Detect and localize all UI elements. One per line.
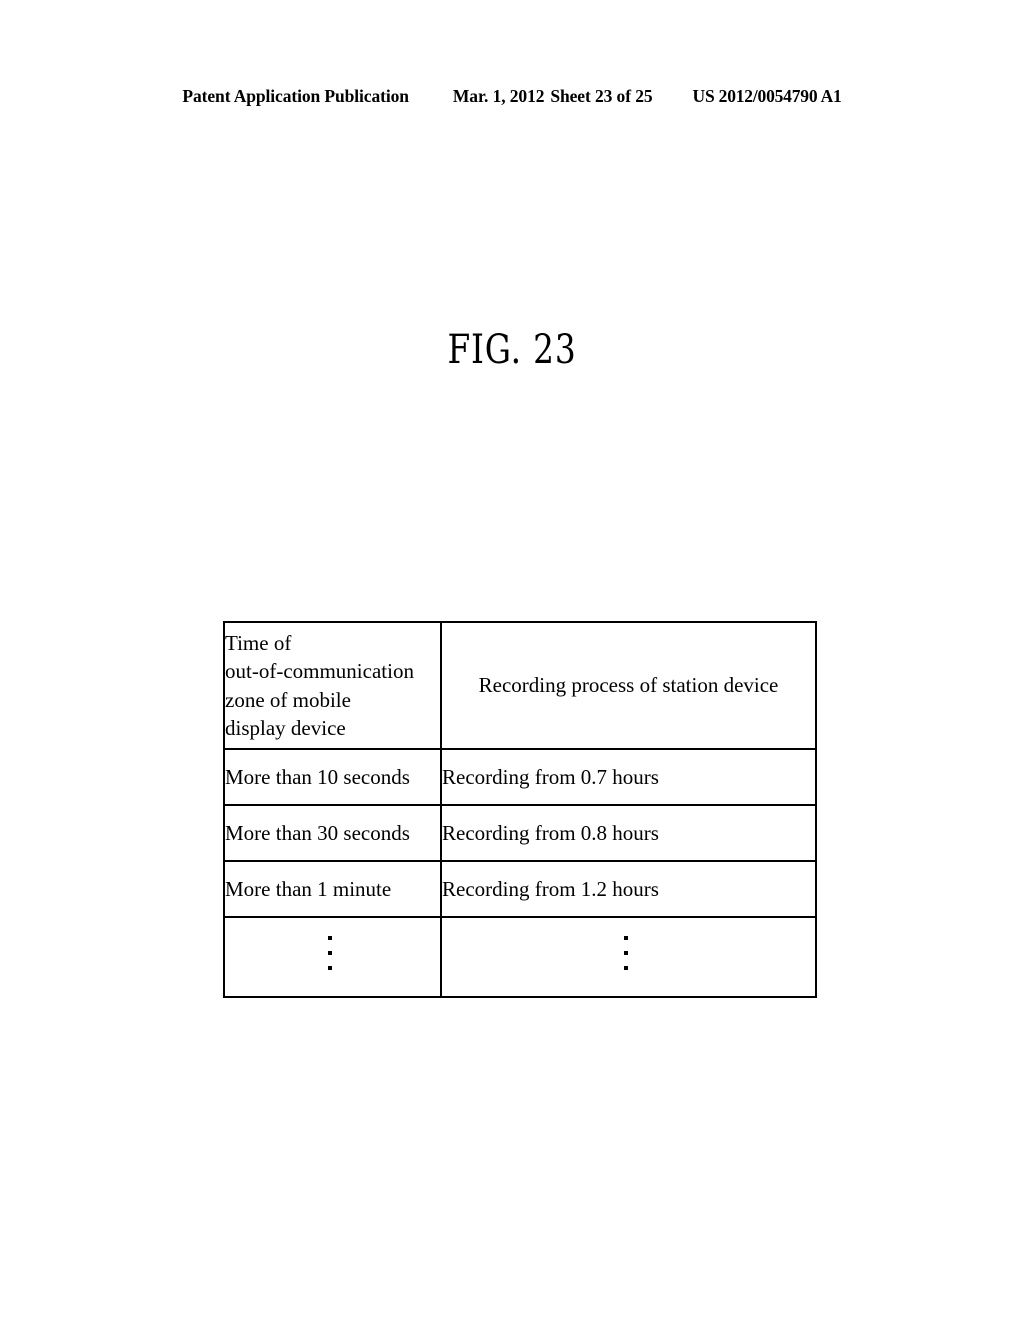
header-line-2: out-of-communication	[225, 659, 414, 684]
table-continuation-row	[223, 916, 817, 998]
sheet-indicator: Sheet 23 of 25	[550, 86, 653, 106]
table-row: More than 1 minute Recording from 1.2 ho…	[223, 860, 817, 918]
cell-continuation-process	[440, 916, 817, 998]
publication-label: Patent Application Publication	[182, 86, 409, 106]
page-running-header: Patent Application Publication Mar. 1, 2…	[0, 86, 1024, 107]
publication-date: Mar. 1, 2012	[452, 86, 545, 106]
cell-condition: More than 30 seconds	[223, 804, 442, 862]
cell-condition: More than 1 minute	[223, 860, 442, 918]
column-header-process: Recording process of station device	[440, 621, 817, 750]
table-header-row: Time of out-of-communication zone of mob…	[223, 621, 817, 750]
cell-process: Recording from 0.7 hours	[440, 748, 817, 806]
figure-table: Time of out-of-communication zone of mob…	[223, 621, 817, 998]
vertical-ellipsis-icon	[328, 936, 332, 971]
header-line-4: display device	[225, 715, 346, 740]
figure-label: FIG. 23	[447, 327, 577, 373]
cell-process: Recording from 0.8 hours	[440, 804, 817, 862]
cell-condition: More than 10 seconds	[223, 748, 442, 806]
column-header-condition: Time of out-of-communication zone of mob…	[223, 621, 442, 750]
table-row: More than 10 seconds Recording from 0.7 …	[223, 748, 817, 806]
cell-process: Recording from 1.2 hours	[440, 860, 817, 918]
cell-continuation-condition	[223, 916, 442, 998]
header-line-1: Time of	[225, 631, 292, 656]
vertical-ellipsis-icon	[623, 936, 628, 971]
patent-number: US 2012/0054790 A1	[692, 86, 842, 106]
header-line-3: zone of mobile	[225, 687, 351, 712]
table-row: More than 30 seconds Recording from 0.8 …	[223, 804, 817, 862]
